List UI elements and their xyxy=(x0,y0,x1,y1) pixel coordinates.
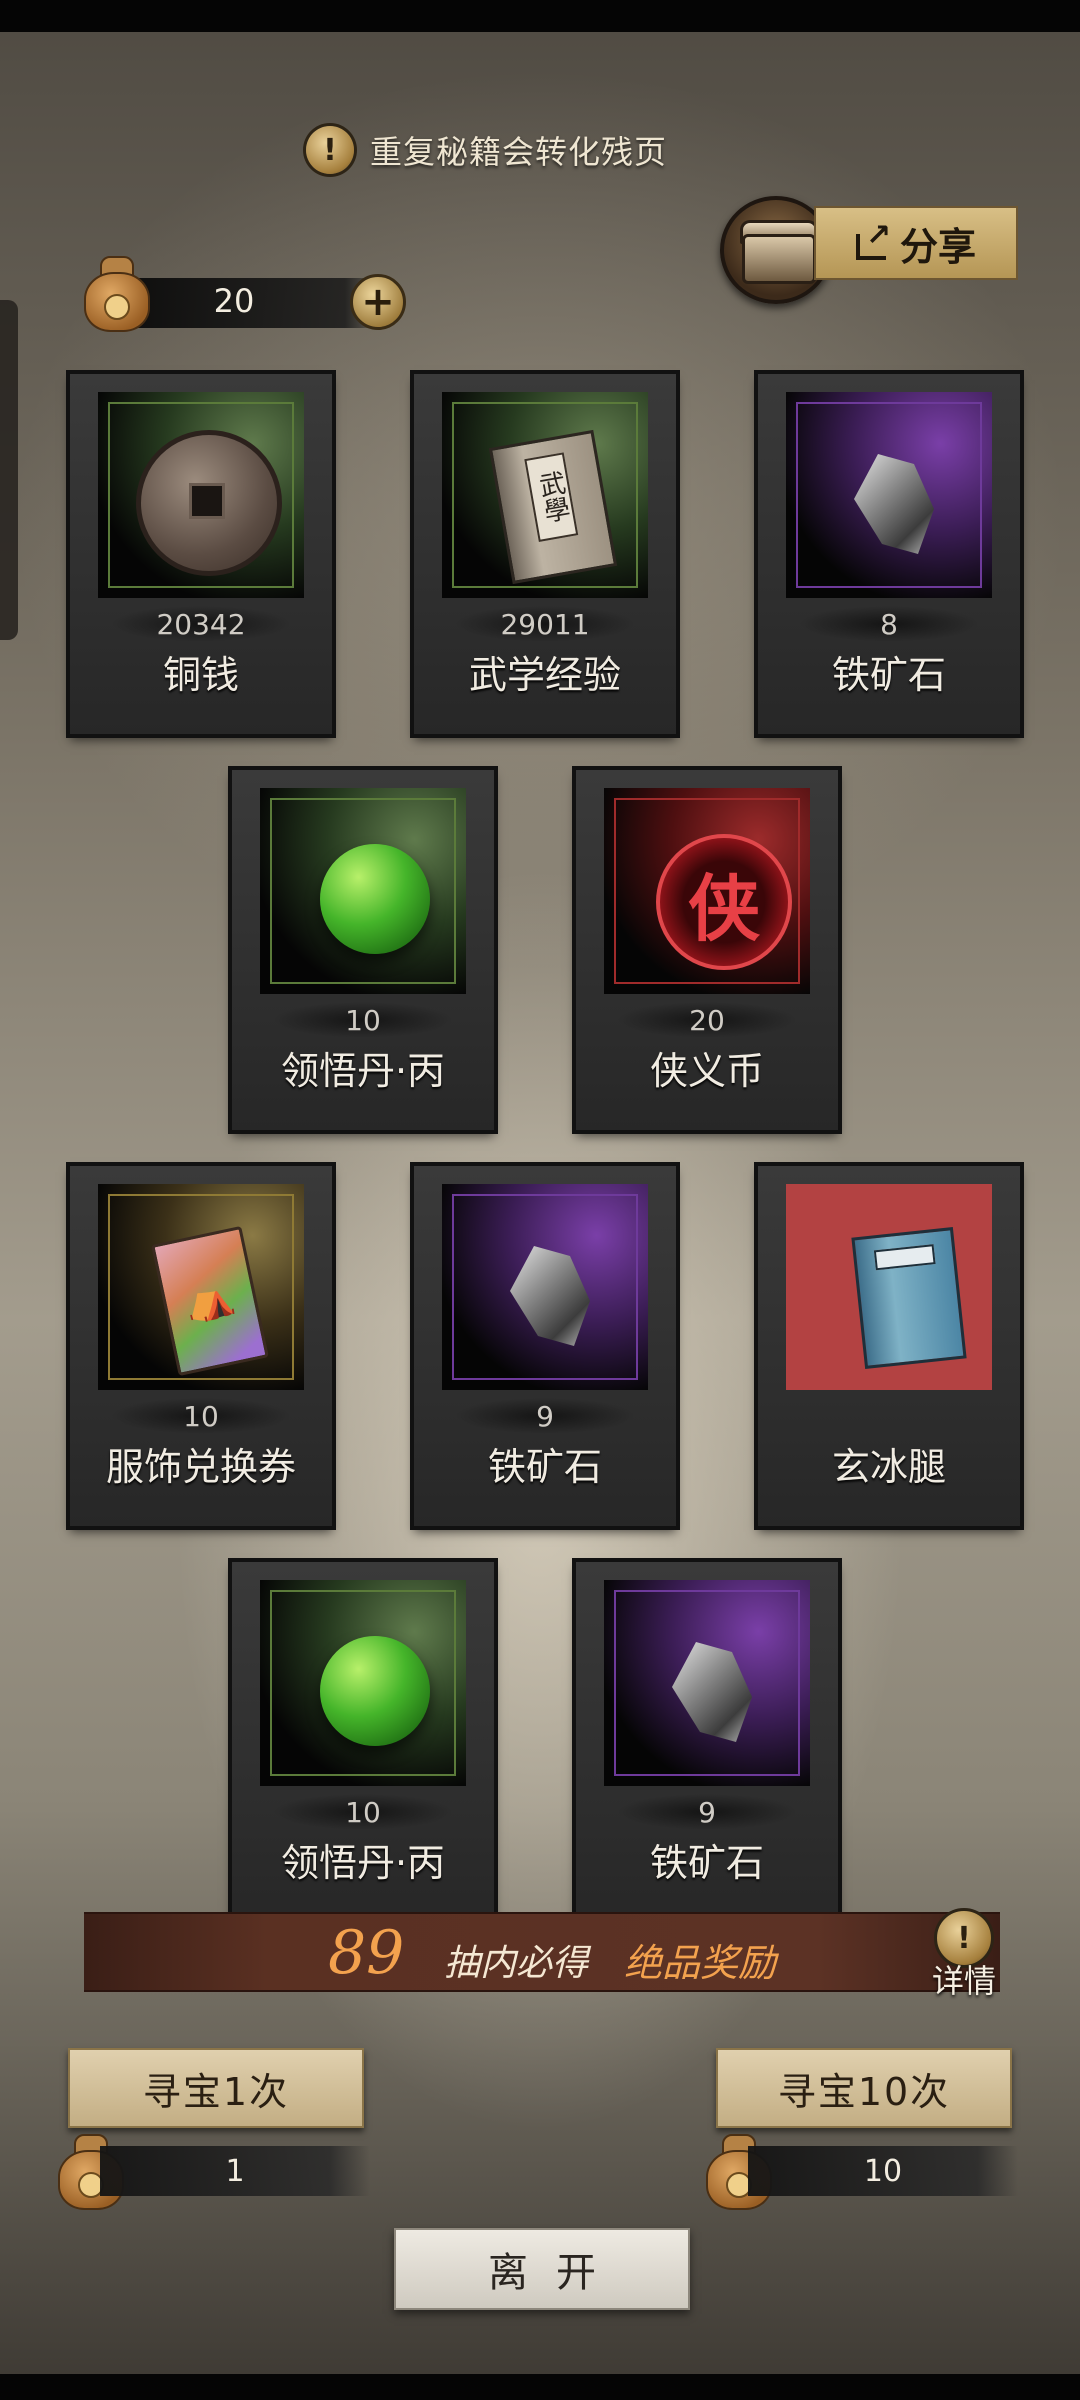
add-currency-button[interactable]: + xyxy=(350,274,406,330)
item-card[interactable]: 9 铁矿石 xyxy=(414,1166,676,1526)
item-count: 9 xyxy=(536,1400,554,1433)
outfit-ticket-icon xyxy=(136,1222,269,1377)
currency-display: 20 + xyxy=(84,256,424,342)
draw-ten-cost: 10 xyxy=(748,2146,1018,2196)
draw-ten-button[interactable]: 寻宝10次 xyxy=(716,2048,1012,2128)
item-count: 10 xyxy=(183,1400,219,1433)
side-drawer-handle[interactable] xyxy=(0,300,18,640)
item-name: 铁矿石 xyxy=(831,653,946,697)
skill-manual-icon xyxy=(824,1222,967,1369)
draw-once-button[interactable]: 寻宝1次 xyxy=(68,2048,364,2128)
item-frame xyxy=(260,788,466,994)
money-bag-icon xyxy=(84,256,150,332)
item-frame xyxy=(786,392,992,598)
share-label: 分享 xyxy=(899,224,976,269)
item-frame xyxy=(442,1184,648,1390)
status-bar xyxy=(0,0,1080,32)
share-icon xyxy=(855,218,891,260)
item-count: 10 xyxy=(345,1004,381,1037)
share-button[interactable]: 分享 xyxy=(814,206,1018,280)
guarantee-reward: 绝品奖励 xyxy=(624,1941,777,1985)
item-frame xyxy=(604,1580,810,1786)
item-card[interactable]: 20342 铜钱 xyxy=(70,374,332,734)
item-name: 服饰兑换券 xyxy=(105,1445,296,1489)
green-pill-icon xyxy=(298,826,430,956)
item-count: 29011 xyxy=(500,608,590,641)
item-count: 9 xyxy=(698,1796,716,1829)
item-frame xyxy=(442,392,648,598)
guarantee-count: 89 xyxy=(328,1918,405,1988)
iron-ore-icon xyxy=(480,1222,610,1352)
chivalry-token-icon: 侠 xyxy=(642,826,792,970)
item-count: 8 xyxy=(880,608,898,641)
item-name: 铁矿石 xyxy=(487,1445,602,1489)
item-frame xyxy=(98,1184,304,1390)
notice-text: 重复秘籍会转化残页 xyxy=(370,133,668,171)
iron-ore-icon xyxy=(824,430,954,560)
item-frame xyxy=(260,1580,466,1786)
navigation-bar xyxy=(0,2374,1080,2400)
draw-once-cost: 1 xyxy=(100,2146,370,2196)
guarantee-text: 抽内必得 xyxy=(444,1943,589,1984)
item-frame xyxy=(786,1184,992,1390)
item-card[interactable]: 10 服饰兑换券 xyxy=(70,1166,332,1526)
guarantee-banner: 89 抽内必得 绝品奖励 xyxy=(84,1912,1000,1992)
item-count: 10 xyxy=(345,1796,381,1829)
share-widget[interactable]: 分享 xyxy=(720,196,1020,304)
item-name: 玄冰腿 xyxy=(831,1445,946,1489)
item-card[interactable]: 10 领悟丹·丙 xyxy=(232,770,494,1130)
leave-button[interactable]: 离开 xyxy=(394,2228,690,2310)
item-card[interactable]: 9 铁矿石 xyxy=(576,1562,838,1922)
item-card[interactable]: 29011 武学经验 xyxy=(414,374,676,734)
item-name: 领悟丹·丙 xyxy=(280,1049,446,1093)
item-card[interactable]: 8 铁矿石 xyxy=(758,374,1020,734)
item-name: 铜钱 xyxy=(162,653,239,697)
item-card[interactable]: 玄冰腿 xyxy=(758,1166,1020,1526)
details-label: 详情 xyxy=(931,1962,996,2000)
copper-coin-icon xyxy=(136,430,282,576)
item-frame xyxy=(98,392,304,598)
currency-value: 20 xyxy=(213,282,255,320)
iron-ore-icon xyxy=(642,1618,772,1748)
item-count: 20342 xyxy=(156,608,246,641)
item-card[interactable]: 10 领悟丹·丙 xyxy=(232,1562,494,1922)
item-card[interactable]: 侠 20 侠义币 xyxy=(576,770,838,1130)
notice: ! 重复秘籍会转化残页 xyxy=(306,122,667,178)
item-name: 铁矿石 xyxy=(649,1841,764,1885)
exclamation-icon: ! xyxy=(306,126,354,174)
item-name: 领悟丹·丙 xyxy=(280,1841,446,1885)
details-button[interactable]: ! 详情 xyxy=(924,1908,1004,2000)
item-frame: 侠 xyxy=(604,788,810,994)
green-pill-icon xyxy=(298,1618,430,1748)
item-count: 20 xyxy=(689,1004,725,1037)
item-name: 侠义币 xyxy=(649,1049,764,1093)
martial-book-icon xyxy=(480,429,618,585)
item-name: 武学经验 xyxy=(468,653,621,697)
